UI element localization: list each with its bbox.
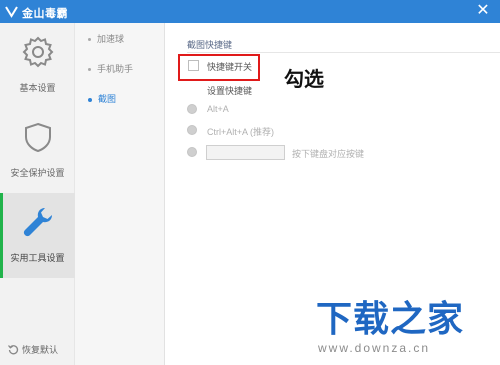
active-indicator [0, 193, 3, 278]
app-title: 金山毒霸 [22, 8, 68, 20]
annotation-text: 勾选 [284, 69, 324, 91]
radio-alt-a[interactable] [187, 104, 197, 114]
section-divider [187, 52, 500, 53]
gear-icon [22, 36, 54, 68]
hotkey-toggle-checkbox[interactable] [188, 60, 199, 71]
shield-icon [25, 122, 51, 153]
app-logo-icon [5, 6, 18, 18]
nav-item-basic-settings[interactable]: 基本设置 [0, 23, 75, 108]
left-nav: 基本设置 安全保护设置 实用工具设置 恢复默认 [0, 23, 75, 365]
sub-nav-item-phone-assistant[interactable]: 手机助手 [88, 62, 133, 75]
restore-icon [7, 345, 19, 355]
nav-item-tools-settings[interactable]: 实用工具设置 [0, 193, 75, 278]
watermark-logo-text: 下载之家 [316, 298, 465, 339]
radio-ctrl-alt-a[interactable] [187, 125, 197, 135]
radio-label: Alt+A [207, 104, 229, 114]
custom-hotkey-input[interactable] [206, 145, 285, 160]
radio-custom-key[interactable] [187, 147, 197, 157]
bullet-icon [88, 38, 91, 42]
hotkey-toggle-label[interactable]: 快捷键开关 [207, 60, 252, 73]
radio-label: Ctrl+Alt+A (推荐) [207, 127, 275, 137]
set-hotkey-label: 设置快捷键 [207, 86, 253, 96]
sub-nav-label: 加速球 [97, 34, 125, 44]
nav-item-label: 基本设置 [19, 83, 56, 93]
radio-label: 按下键盘对应按键 [292, 149, 365, 159]
sub-nav: 加速球 手机助手 截图 [75, 23, 165, 365]
sub-nav-item-speed-ball[interactable]: 加速球 [88, 32, 124, 45]
sub-nav-label: 手机助手 [97, 64, 134, 74]
nav-item-label: 安全保护设置 [10, 168, 65, 178]
restore-label: 恢复默认 [22, 345, 59, 355]
section-title: 截图快捷键 [187, 40, 233, 50]
nav-item-label: 实用工具设置 [10, 253, 65, 263]
restore-defaults-button[interactable]: 恢复默认 [7, 343, 59, 356]
bullet-icon [88, 68, 91, 72]
nav-item-security-settings[interactable]: 安全保护设置 [0, 108, 75, 193]
bullet-icon [88, 97, 92, 102]
sub-nav-item-screenshot[interactable]: 截图 [88, 92, 116, 105]
wrench-icon [23, 208, 52, 237]
sub-nav-label: 截图 [98, 94, 117, 104]
watermark-url: www.downza.cn [318, 341, 431, 355]
title-bar: 金山毒霸 ✕ [0, 0, 500, 23]
close-button[interactable]: ✕ [474, 2, 492, 20]
